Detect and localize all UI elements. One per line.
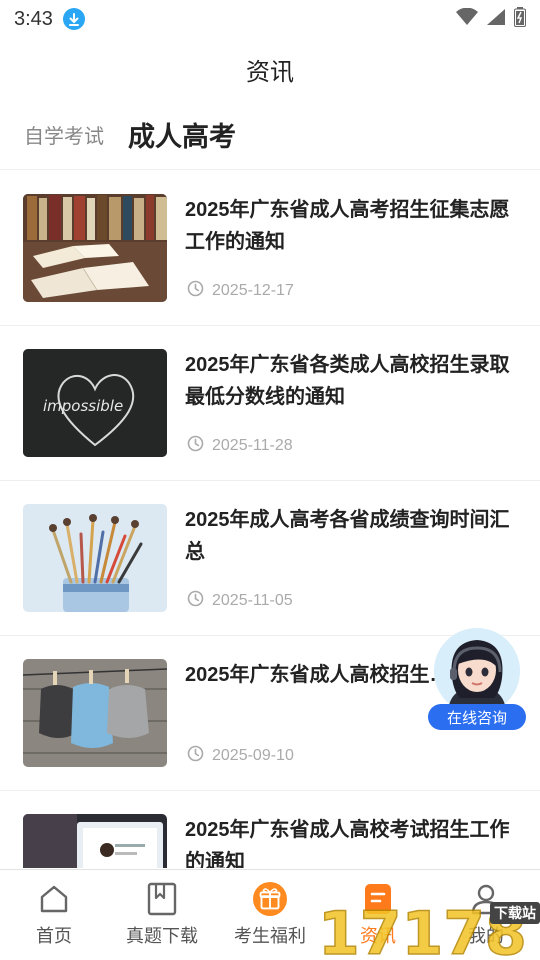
news-item[interactable]: 2025年广东省成人高考招生征集志愿工作的通知 2025-12-17: [0, 171, 540, 326]
tab-self-study-exam[interactable]: 自学考试: [24, 120, 104, 149]
news-date: 2025-11-28: [212, 437, 293, 454]
news-thumbnail: impossible: [23, 349, 167, 457]
news-date: 2025-12-17: [212, 282, 294, 299]
news-thumbnail: [23, 814, 167, 868]
clock-icon: [187, 280, 204, 302]
news-list: 2025年广东省成人高考招生征集志愿工作的通知 2025-12-17 impos…: [0, 171, 540, 868]
nav-label: 考生福利: [234, 926, 306, 946]
news-title: 2025年广东省成人高考招生征集志愿工作的通知: [185, 199, 510, 253]
clock-icon: [187, 435, 204, 457]
battery-icon: [514, 6, 526, 32]
nav-item-home[interactable]: 首页: [0, 870, 108, 960]
gift-icon: [253, 882, 287, 916]
nav-item-news[interactable]: 资讯: [324, 870, 432, 960]
tab-adult-college-exam[interactable]: 成人高考: [128, 115, 236, 154]
clock-icon: [187, 590, 204, 612]
home-icon: [37, 882, 71, 916]
news-body: 2025年广东省各类成人高校招生录取最低分数线的通知 2025-11-28: [185, 349, 520, 457]
download-icon: [62, 8, 85, 30]
news-body: 2025年广东省成人高考招生征集志愿工作的通知 2025-12-17: [185, 194, 520, 302]
header: 资讯: [0, 38, 540, 100]
status-time: 3:43: [14, 7, 53, 30]
consultant-avatar-icon: [434, 628, 520, 714]
news-item[interactable]: impossible 2025年广东省各类成人高校招生录取最低分数线的通知 20…: [0, 326, 540, 481]
news-title: 2025年成人高考各省成绩查询时间汇总: [185, 509, 510, 563]
signal-icon: [486, 8, 506, 31]
status-bar: 3:43: [0, 0, 540, 38]
user-icon: [469, 882, 503, 916]
online-consult-label: 在线咨询: [428, 704, 526, 730]
nav-label: 首页: [36, 926, 72, 946]
news-date-row: 2025-12-17: [187, 280, 294, 302]
nav-label: 真题下载: [126, 926, 198, 946]
nav-label: 资讯: [360, 926, 396, 946]
news-date-row: 2025-09-10: [187, 745, 294, 767]
svg-text:impossible: impossible: [43, 397, 123, 415]
news-thumbnail: [23, 194, 167, 302]
news-item[interactable]: 2025年成人高考各省成绩查询时间汇总 2025-11-05: [0, 481, 540, 636]
news-date: 2025-11-05: [212, 592, 293, 609]
news-date: 2025-09-10: [212, 747, 294, 764]
news-body: 2025年成人高考各省成绩查询时间汇总 2025-11-05: [185, 504, 520, 612]
page-title: 资讯: [246, 58, 294, 86]
news-thumbnail: [23, 659, 167, 767]
news-item[interactable]: 2025年广东省成人高校考试招生工作的通知: [0, 791, 540, 868]
news-title: 2025年广东省各类成人高校招生录取最低分数线的通知: [185, 354, 510, 408]
nav-item-student-benefits[interactable]: 考生福利: [216, 870, 324, 960]
online-consult-button[interactable]: 在线咨询: [428, 628, 526, 730]
news-icon: [361, 882, 395, 916]
news-date-row: 2025-11-05: [187, 590, 293, 612]
category-tabs: 自学考试 成人高考: [0, 100, 540, 170]
bottom-nav: 首页 真题下载 考生福利 资讯 我的: [0, 869, 540, 960]
news-thumbnail: [23, 504, 167, 612]
nav-item-profile[interactable]: 我的: [432, 870, 540, 960]
book-icon: [145, 882, 179, 916]
nav-label: 我的: [468, 926, 504, 946]
nav-item-exam-download[interactable]: 真题下载: [108, 870, 216, 960]
clock-icon: [187, 745, 204, 767]
news-date-row: 2025-11-28: [187, 435, 293, 457]
news-body: 2025年广东省成人高校考试招生工作的通知: [185, 814, 520, 868]
wifi-icon: [456, 7, 478, 31]
news-title: 2025年广东省成人高校考试招生工作的通知: [185, 819, 510, 868]
